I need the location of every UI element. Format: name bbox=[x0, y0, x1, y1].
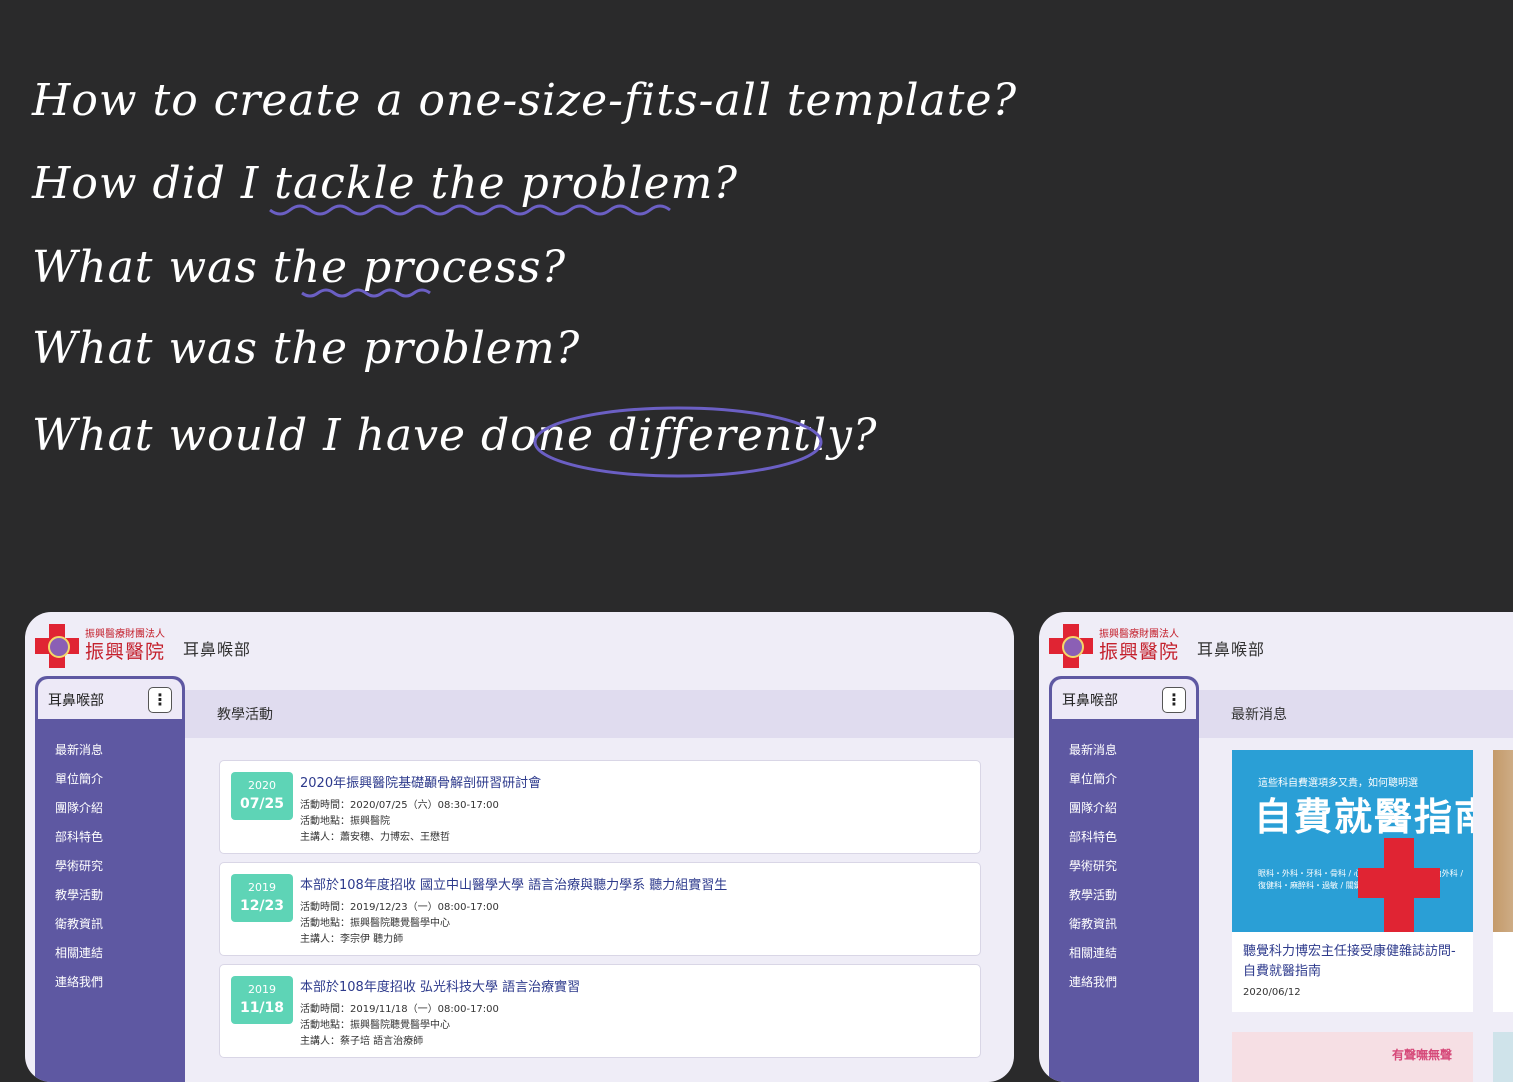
sidebar-title: 耳鼻喉部 bbox=[48, 693, 104, 709]
hospital-logo[interactable]: 振興醫療財團法人 振興醫院 bbox=[1049, 622, 1189, 670]
date-year: 2019 bbox=[248, 983, 276, 996]
sidebar-item-teaching[interactable]: 教學活動 bbox=[1049, 881, 1117, 910]
sidebar-item-news[interactable]: 最新消息 bbox=[1049, 736, 1117, 765]
site-header: 振興醫療財團法人 振興醫院 耳鼻喉部 bbox=[25, 612, 1014, 678]
circle-annotation-differently bbox=[533, 406, 823, 478]
note-line-1: How to create a one-size-fits-all templa… bbox=[32, 75, 1018, 126]
date-badge: 2019 11/18 bbox=[231, 976, 293, 1024]
window-teaching-activities: 振興醫療財團法人 振興醫院 耳鼻喉部 耳鼻喉部 ⋮ 最新消息 單位簡介 團隊介紹… bbox=[25, 612, 1014, 1082]
sidebar-item-about[interactable]: 單位簡介 bbox=[35, 765, 103, 794]
thumbnail-headline: 自費就醫指南 bbox=[1254, 795, 1473, 839]
event-place: 活動地點：振興醫院聽覺醫學中心 bbox=[300, 918, 450, 929]
sidebar-item-team[interactable]: 團隊介紹 bbox=[1049, 794, 1117, 823]
underline-annotation-process bbox=[301, 288, 431, 298]
event-place: 活動地點：振興醫院 bbox=[300, 816, 390, 827]
event-title-link[interactable]: 本部於108年度招收 國立中山醫學大學 語言治療與聽力學系 聽力組實習生 bbox=[300, 874, 727, 893]
sidebar-item-contact[interactable]: 連絡我們 bbox=[35, 968, 103, 997]
sidebar-header: 耳鼻喉部 ⋮ bbox=[1052, 679, 1196, 719]
date-badge: 2019 12/23 bbox=[231, 874, 293, 922]
page-title: 最新消息 bbox=[1231, 707, 1287, 723]
event-place: 活動地點：振興醫院聽覺醫學中心 bbox=[300, 1020, 450, 1031]
hospital-name: 振興醫院 bbox=[1099, 641, 1180, 663]
sidebar-header: 耳鼻喉部 ⋮ bbox=[38, 679, 182, 719]
date-badge: 2020 07/25 bbox=[231, 772, 293, 820]
department-name: 耳鼻喉部 bbox=[183, 640, 252, 659]
orchid-icon bbox=[48, 636, 70, 658]
sidebar-item-health-education[interactable]: 衛教資訊 bbox=[1049, 910, 1117, 939]
news-thumbnail: 這些科自費選項多又貴，如何聰明選 自費就醫指南 眼科・外科・牙科・骨科 / 心臟… bbox=[1232, 750, 1473, 932]
kebab-menu-icon[interactable]: ⋮ bbox=[1162, 687, 1186, 713]
news-card[interactable] bbox=[1493, 1032, 1513, 1082]
content-header: 最新消息 bbox=[1199, 690, 1513, 738]
sidebar-item-features[interactable]: 部科特色 bbox=[1049, 823, 1117, 852]
orchid-icon bbox=[1062, 636, 1084, 658]
news-title-link[interactable]: 聽覺科力博宏主任接受康健雜誌訪問-自費就醫指南 bbox=[1243, 942, 1465, 982]
sidebar-item-contact[interactable]: 連絡我們 bbox=[1049, 968, 1117, 997]
red-cross-icon bbox=[1358, 838, 1440, 932]
window-latest-news: 振興醫療財團法人 振興醫院 耳鼻喉部 耳鼻喉部 ⋮ 最新消息 單位簡介 團隊介紹… bbox=[1039, 612, 1513, 1082]
sidebar-item-teaching[interactable]: 教學活動 bbox=[35, 881, 103, 910]
sidebar-item-features[interactable]: 部科特色 bbox=[35, 823, 103, 852]
sidebar: 耳鼻喉部 ⋮ 最新消息 單位簡介 團隊介紹 部科特色 學術研究 教學活動 衛教資… bbox=[35, 676, 185, 1082]
news-card[interactable] bbox=[1493, 750, 1513, 1012]
news-card[interactable]: 這些科自費選項多又貴，如何聰明選 自費就醫指南 眼科・外科・牙科・骨科 / 心臟… bbox=[1232, 750, 1473, 1012]
page-title: 教學活動 bbox=[217, 707, 273, 723]
date-year: 2019 bbox=[248, 881, 276, 894]
sidebar-menu: 最新消息 單位簡介 團隊介紹 部科特色 學術研究 教學活動 衛教資訊 相關連結 … bbox=[1049, 736, 1117, 997]
thumbnail-headline: 有聲嘸無聲 bbox=[1392, 1048, 1453, 1062]
event-title-link[interactable]: 2020年振興醫院基礎顳骨解剖研習研討會 bbox=[300, 772, 541, 791]
sidebar-item-links[interactable]: 相關連結 bbox=[1049, 939, 1117, 968]
content-header: 教學活動 bbox=[185, 690, 1014, 738]
sidebar-item-research[interactable]: 學術研究 bbox=[35, 852, 103, 881]
sidebar-menu: 最新消息 單位簡介 團隊介紹 部科特色 學術研究 教學活動 衛教資訊 相關連結 … bbox=[35, 736, 103, 997]
news-thumbnail bbox=[1493, 750, 1513, 932]
event-time: 活動時間：2019/12/23（一）08:00-17:00 bbox=[300, 902, 499, 913]
sidebar-item-news[interactable]: 最新消息 bbox=[35, 736, 103, 765]
event-speaker: 主講人：蕭安穗、力博宏、王懋哲 bbox=[300, 832, 450, 843]
site-header: 振興醫療財團法人 振興醫院 耳鼻喉部 bbox=[1039, 612, 1513, 678]
sidebar-item-links[interactable]: 相關連結 bbox=[35, 939, 103, 968]
sidebar-item-research[interactable]: 學術研究 bbox=[1049, 852, 1117, 881]
sidebar-title: 耳鼻喉部 bbox=[1062, 693, 1118, 709]
date-month-day: 11/18 bbox=[239, 1000, 285, 1016]
event-title-link[interactable]: 本部於108年度招收 弘光科技大學 語言治療實習 bbox=[300, 976, 580, 995]
hospital-name: 振興醫院 bbox=[85, 641, 166, 663]
event-time: 活動時間：2019/11/18（一）08:00-17:00 bbox=[300, 1004, 499, 1015]
date-month-day: 12/23 bbox=[239, 898, 285, 914]
event-time: 活動時間：2020/07/25（六）08:30-17:00 bbox=[300, 800, 499, 811]
news-card[interactable]: 有聲嘸無聲 bbox=[1232, 1032, 1473, 1082]
event-card[interactable]: 2020 07/25 2020年振興醫院基礎顳骨解剖研習研討會 活動時間：202… bbox=[219, 760, 981, 854]
event-card[interactable]: 2019 11/18 本部於108年度招收 弘光科技大學 語言治療實習 活動時間… bbox=[219, 964, 981, 1058]
event-card[interactable]: 2019 12/23 本部於108年度招收 國立中山醫學大學 語言治療與聽力學系… bbox=[219, 862, 981, 956]
news-date: 2020/06/12 bbox=[1243, 987, 1301, 998]
sidebar: 耳鼻喉部 ⋮ 最新消息 單位簡介 團隊介紹 部科特色 學術研究 教學活動 衛教資… bbox=[1049, 676, 1199, 1082]
sidebar-item-team[interactable]: 團隊介紹 bbox=[35, 794, 103, 823]
event-speaker: 主講人：蔡子培 語言治療師 bbox=[300, 1036, 424, 1047]
date-month-day: 07/25 bbox=[239, 796, 285, 812]
hospital-logo[interactable]: 振興醫療財團法人 振興醫院 bbox=[35, 622, 175, 670]
department-name: 耳鼻喉部 bbox=[1197, 640, 1266, 659]
event-list: 2020 07/25 2020年振興醫院基礎顳骨解剖研習研討會 活動時間：202… bbox=[219, 760, 981, 1066]
sidebar-item-health-education[interactable]: 衛教資訊 bbox=[35, 910, 103, 939]
date-year: 2020 bbox=[248, 779, 276, 792]
sidebar-item-about[interactable]: 單位簡介 bbox=[1049, 765, 1117, 794]
kebab-menu-icon[interactable]: ⋮ bbox=[148, 687, 172, 713]
note-line-4: What was the problem? bbox=[32, 323, 581, 374]
event-speaker: 主講人：李宗伊 聽力師 bbox=[300, 934, 404, 945]
underline-annotation-tackle bbox=[269, 204, 671, 216]
